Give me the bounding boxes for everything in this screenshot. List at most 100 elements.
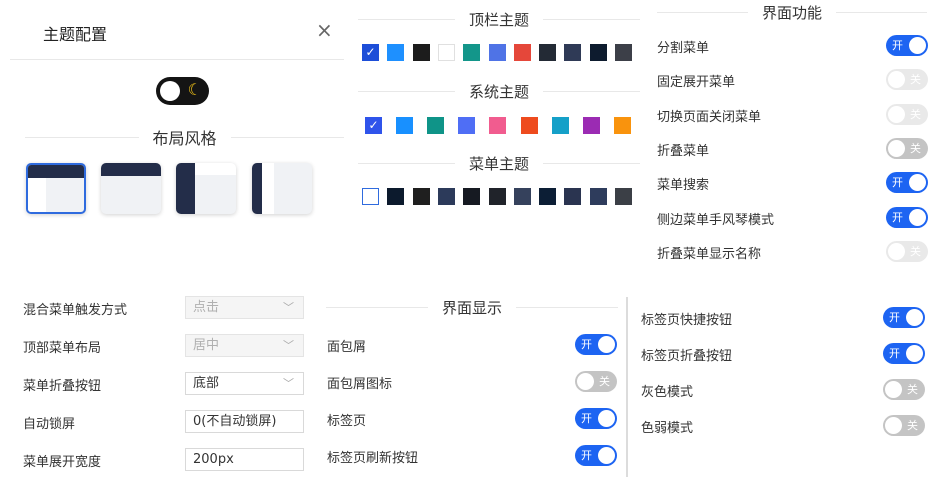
topbar-theme-swatch-7[interactable] [539,44,557,61]
switch-label: 关 [910,73,921,87]
layout-option-top[interactable] [101,163,161,214]
switch-label: 开 [889,311,900,324]
display-switch-3[interactable]: 开 [575,445,617,466]
switch-knob [598,447,615,464]
topbar-theme-swatch-6[interactable] [513,44,531,61]
topbar-theme-swatch-10[interactable] [615,44,632,61]
switch-knob [909,208,926,226]
system-theme-swatch-2[interactable] [427,117,445,134]
function-switch-2[interactable]: 关 [886,103,928,125]
switch-knob [888,105,905,123]
layout-option-mix-sidebar[interactable] [252,163,312,214]
close-icon[interactable]: × [316,20,333,40]
menu-theme-swatch-3[interactable] [437,188,455,205]
switch-label: 开 [581,338,592,351]
menu-theme-swatch-4[interactable] [463,188,481,205]
menu-theme-swatch-1[interactable] [387,188,405,205]
switch-knob [888,242,905,260]
setting-select-0[interactable]: 点击 ﹀ [185,296,304,319]
topbar-theme-swatch-5[interactable] [488,44,506,61]
switch-label: 关 [910,107,921,121]
tab-setting-switch-0[interactable]: 开 [883,307,925,328]
system-theme-swatch-1[interactable] [396,117,414,134]
topbar-theme-swatch-9[interactable] [589,44,607,61]
tab-setting-switch-2[interactable]: 关 [883,379,925,400]
function-label-2: 切换页面关闭菜单 [657,109,762,125]
menu-theme-header: 菜单主题 [358,153,641,174]
system-theme-swatch-7[interactable] [582,117,600,134]
setting-input-4[interactable]: 200px [185,448,304,471]
menu-theme-swatch-0[interactable] [362,188,379,205]
chevron-down-icon: ﹀ [283,377,294,390]
system-theme-swatch-5[interactable] [520,117,538,134]
topbar-theme-swatch-2[interactable] [412,44,430,61]
system-theme-swatch-4[interactable] [489,117,507,134]
system-theme-swatch-8[interactable] [613,117,631,134]
topbar-theme-swatch-0[interactable]: ✓ [362,44,379,61]
interface-display-title: 界面显示 [442,299,503,317]
setting-label-4: 菜单展开宽度 [23,455,102,470]
display-label-2: 标签页 [327,414,367,429]
display-switch-2[interactable]: 开 [575,408,617,429]
layout-option-sidebar[interactable] [176,163,236,214]
toggle-knob [160,81,180,101]
setting-select-2[interactable]: 底部 ﹀ [185,372,304,395]
function-switch-6[interactable]: 关 [886,240,928,262]
setting-select-1[interactable]: 居中 ﹀ [185,334,304,357]
layout-option-top-mix[interactable] [26,163,86,214]
check-icon: ✓ [365,45,376,59]
field-value: 底部 [193,376,220,391]
check-icon: ✓ [368,118,379,132]
tab-setting-label-3: 色弱模式 [641,421,694,436]
setting-input-3[interactable]: 0(不自动锁屏) [185,410,304,433]
topbar-theme-swatch-4[interactable] [463,44,481,61]
tab-setting-label-1: 标签页折叠按钮 [641,349,733,364]
function-label-0: 分割菜单 [657,41,710,56]
switch-label: 关 [907,383,918,396]
switch-label: 开 [581,449,592,462]
function-switch-1[interactable]: 关 [886,69,928,91]
menu-theme-title: 菜单主题 [469,155,530,173]
display-label-1: 面包屑图标 [327,377,393,392]
switch-label: 开 [892,39,903,52]
switch-knob [888,139,905,157]
system-theme-swatch-3[interactable] [458,117,476,134]
header-divider [10,59,344,60]
switch-knob [885,417,902,434]
tab-setting-label-2: 灰色模式 [641,385,694,400]
display-label-3: 标签页刷新按钮 [327,451,419,466]
setting-label-2: 菜单折叠按钮 [23,379,102,394]
function-switch-0[interactable]: 开 [886,35,928,56]
menu-theme-swatch-9[interactable] [589,188,607,205]
field-value: 点击 [193,300,220,315]
system-theme-swatch-0[interactable]: ✓ [365,117,382,134]
display-switch-1[interactable]: 关 [575,371,617,392]
topbar-theme-swatch-3[interactable] [437,44,455,61]
field-value: 0(不自动锁屏) [193,414,277,429]
menu-theme-swatch-8[interactable] [564,188,582,205]
switch-label: 关 [910,141,921,155]
switch-label: 开 [892,176,903,190]
menu-theme-swatch-2[interactable] [412,188,430,205]
function-switch-3[interactable]: 关 [886,137,928,159]
switch-knob [906,345,923,362]
system-theme-swatch-6[interactable] [551,117,569,134]
system-theme-title: 系统主题 [469,83,530,101]
menu-theme-swatch-5[interactable] [488,188,506,205]
menu-theme-swatch-10[interactable] [615,188,632,205]
panel-title: 主题配置 [43,25,108,44]
switch-label: 开 [889,347,900,360]
column-divider [626,297,628,477]
setting-label-3: 自动锁屏 [23,417,76,432]
display-switch-0[interactable]: 开 [575,334,617,355]
topbar-theme-swatch-8[interactable] [564,44,582,61]
function-switch-5[interactable]: 开 [886,206,928,228]
tab-setting-switch-1[interactable]: 开 [883,343,925,364]
menu-theme-swatch-6[interactable] [513,188,531,205]
function-switch-4[interactable]: 开 [886,172,928,194]
menu-theme-swatch-7[interactable] [539,188,557,205]
topbar-theme-swatch-1[interactable] [387,44,405,61]
switch-label: 关 [599,375,610,388]
tab-setting-switch-3[interactable]: 关 [883,415,925,436]
dark-mode-toggle[interactable]: ☾ [156,77,209,105]
